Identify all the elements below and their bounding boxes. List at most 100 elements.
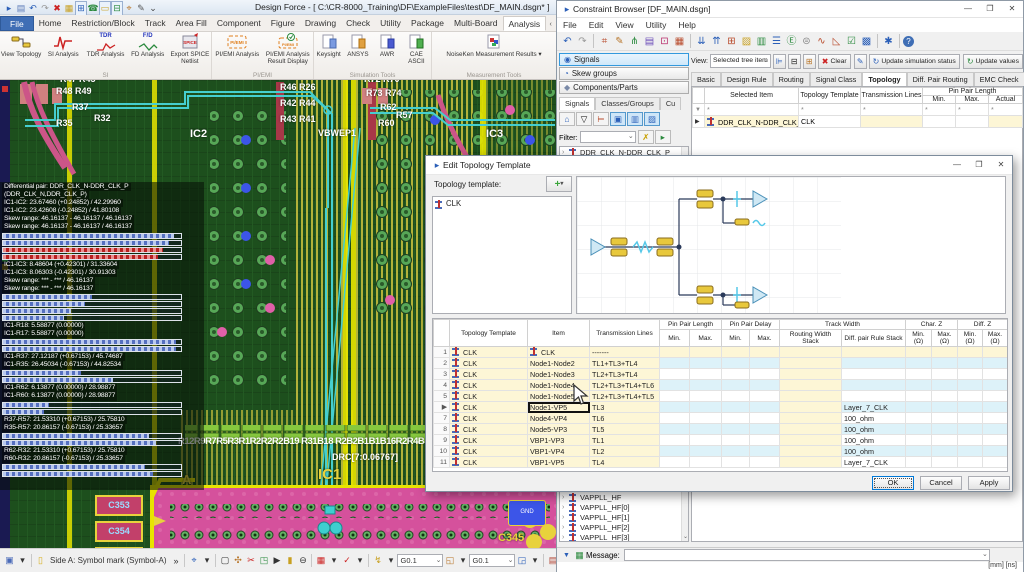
add-table-icon[interactable]: ⊞ (724, 33, 739, 50)
tab-custom[interactable]: Cu (659, 97, 682, 110)
pan-hand-icon[interactable]: ✣ (231, 555, 244, 566)
table-row[interactable]: 9 CLK VBP1-VP3 TL1 100_ohm (433, 434, 1007, 446)
cae-ascii-button[interactable]: CAE ASCII (402, 32, 431, 72)
annotate-icon[interactable]: ✎ (135, 2, 147, 15)
graph-icon[interactable]: ◺ (829, 33, 844, 50)
cell-selected-item[interactable]: DDR_CLK_N-DDR_CLK_P (704, 115, 799, 128)
assign-icon[interactable]: ✎ (853, 53, 867, 69)
tab-emc-check[interactable]: EMC Check (973, 72, 1024, 86)
cb-signals-button[interactable]: ◉ Signals (559, 53, 689, 66)
lightning-dropdown-icon[interactable]: ▾ (384, 555, 397, 566)
redo-icon[interactable]: ↷ (39, 2, 51, 15)
template-list[interactable]: CLK (432, 196, 572, 314)
dialog-close-icon[interactable]: ✕ (990, 157, 1012, 173)
cb-menu-help[interactable]: Help (672, 20, 701, 30)
funnel-icon[interactable]: ▼ (692, 103, 705, 116)
expand-net-icon[interactable]: ⊨ (593, 112, 609, 126)
tab-area-fill[interactable]: Area Fill (171, 16, 212, 31)
report-icon[interactable]: ▥ (754, 33, 769, 50)
probe-icon[interactable]: ⌖ (187, 555, 200, 566)
table-row[interactable]: 4 CLK Node1-Node4 TL2+TL3+TL4+TL6 (433, 379, 1007, 391)
noiseken-measurement-results-button[interactable]: NoiseKen Measurement Results ▾ (432, 32, 556, 72)
tab-multi-board[interactable]: Multi-Board (449, 16, 502, 31)
import-icon[interactable]: ⇊ (694, 33, 709, 50)
table-row[interactable]: 7 CLK Node4-VP4 TL6 100_ohm (433, 412, 1007, 424)
export-icon[interactable]: ⇈ (709, 33, 724, 50)
undo-icon[interactable]: ↶ (560, 33, 575, 50)
redo-icon[interactable]: ↷ (575, 33, 590, 50)
check-dropdown-icon[interactable]: ▾ (353, 555, 366, 566)
tab-check[interactable]: Check (341, 16, 375, 31)
table-row[interactable]: 8 CLK Node5-VP3 TL5 100_ohm (433, 423, 1007, 435)
tab-figure[interactable]: Figure (266, 16, 300, 31)
grid-a-icon[interactable]: ◱ (443, 555, 456, 566)
cell-min[interactable] (922, 115, 956, 128)
table-row[interactable]: 1 CLK CLK ------- (433, 346, 1007, 358)
expander-icon[interactable]: › (562, 514, 569, 521)
cb-close-icon[interactable]: ✕ (1001, 1, 1023, 17)
pick-icon[interactable]: ⌖ (123, 2, 135, 15)
table-row[interactable]: 10 CLK VBP1-VP4 TL2 100_ohm (433, 445, 1007, 457)
tab-classes-groups[interactable]: Classes/Groups (595, 97, 660, 110)
side-expand-icon[interactable]: » (169, 556, 182, 566)
log-icon[interactable]: ▦ (573, 550, 586, 561)
app-icon[interactable]: ▸ (3, 2, 15, 15)
topology-preview-pane[interactable] (576, 176, 1006, 314)
zoom-window-icon[interactable]: ⊞ (75, 1, 87, 16)
ok-button[interactable]: OK (872, 476, 914, 490)
battery-icon[interactable]: ▮ (283, 555, 296, 566)
select-arrow-icon[interactable]: ▶ (270, 555, 283, 566)
e-check-icon[interactable]: Ⓔ (784, 33, 799, 50)
cb-menu-view[interactable]: View (609, 20, 639, 30)
tab-restriction-block[interactable]: Restriction/Block (66, 16, 139, 31)
tab-track[interactable]: Track (140, 16, 171, 31)
remove-icon[interactable]: ⊖ (296, 555, 309, 566)
si-analysis-button[interactable]: SI Analysis (42, 32, 84, 72)
balloon-icon[interactable]: ▭ (99, 1, 111, 16)
show-nets-icon[interactable]: ▣ (610, 112, 626, 126)
tree-item[interactable]: › VAPPLL_HF (560, 492, 688, 502)
drc-dropdown-icon[interactable]: ▾ (327, 555, 340, 566)
expander-icon[interactable]: › (562, 504, 569, 511)
tab-package[interactable]: Package (406, 16, 449, 31)
drc-check-icon[interactable]: ✓ (340, 555, 353, 566)
tab-basic[interactable]: Basic (691, 72, 721, 86)
tab-diff-pair-routing[interactable]: Diff. Pair Routing (906, 72, 974, 86)
display-icon[interactable]: ⊟ (111, 1, 123, 16)
keysight-button[interactable]: Keysight (314, 32, 343, 72)
show-pairs-icon[interactable]: ▥ (627, 112, 643, 126)
dialog-maximize-icon[interactable]: ❐ (968, 157, 990, 173)
tab-analysis[interactable]: Analysis (502, 16, 547, 31)
tab-signal-class[interactable]: Signal Class (809, 72, 863, 86)
view-topology-button[interactable]: View Topology (0, 32, 42, 72)
clipboard-icon[interactable]: ▢ (218, 555, 231, 566)
tab-routing[interactable]: Routing (772, 72, 810, 86)
tab-file[interactable]: File (0, 16, 34, 31)
expander-icon[interactable]: › (562, 494, 569, 501)
copy-rules-icon[interactable]: ⊡ (657, 33, 672, 50)
delete-icon[interactable]: ✖ (51, 2, 63, 15)
table-row selected-row[interactable]: ▶ CLK Node1-VP5 TL3 Layer_7_CLK (433, 401, 1007, 413)
undo-icon[interactable]: ↶ (27, 2, 39, 15)
help-icon[interactable]: ? (903, 35, 914, 47)
stackup-icon[interactable]: ▤ (642, 33, 657, 50)
probe-dropdown-icon[interactable]: ▾ (200, 555, 213, 566)
align-top-icon[interactable]: ⊫ (772, 53, 786, 69)
cell-max[interactable] (955, 115, 989, 128)
layer-side-icon[interactable]: ▯ (34, 555, 47, 566)
drc-grid-icon[interactable]: ▦ (314, 555, 327, 566)
tab-topology[interactable]: Topology (862, 72, 907, 86)
active-window-icon[interactable]: ▣ (3, 555, 16, 566)
save-icon[interactable]: ▤ (15, 2, 27, 15)
awr-button[interactable]: AWR (373, 32, 402, 72)
tab-design-rule[interactable]: Design Rule (720, 72, 773, 86)
cut-icon[interactable]: ✂ (244, 555, 257, 566)
window-dropdown-icon[interactable]: ▾ (16, 555, 29, 566)
list-icon[interactable]: ☰ (769, 33, 784, 50)
fd-analysis-button[interactable]: F/D FD Analysis (127, 32, 169, 72)
cell-transmission-lines[interactable] (860, 115, 923, 128)
tree-item[interactable]: › VAPPLL_HF[0] (560, 502, 688, 512)
pi-emi-analysis-button[interactable]: PI/EMI PI/EMI Analysis (212, 32, 263, 72)
expander-icon[interactable]: › (562, 534, 569, 541)
tdr-analysis-button[interactable]: TDR TDR Analysis (84, 32, 126, 72)
